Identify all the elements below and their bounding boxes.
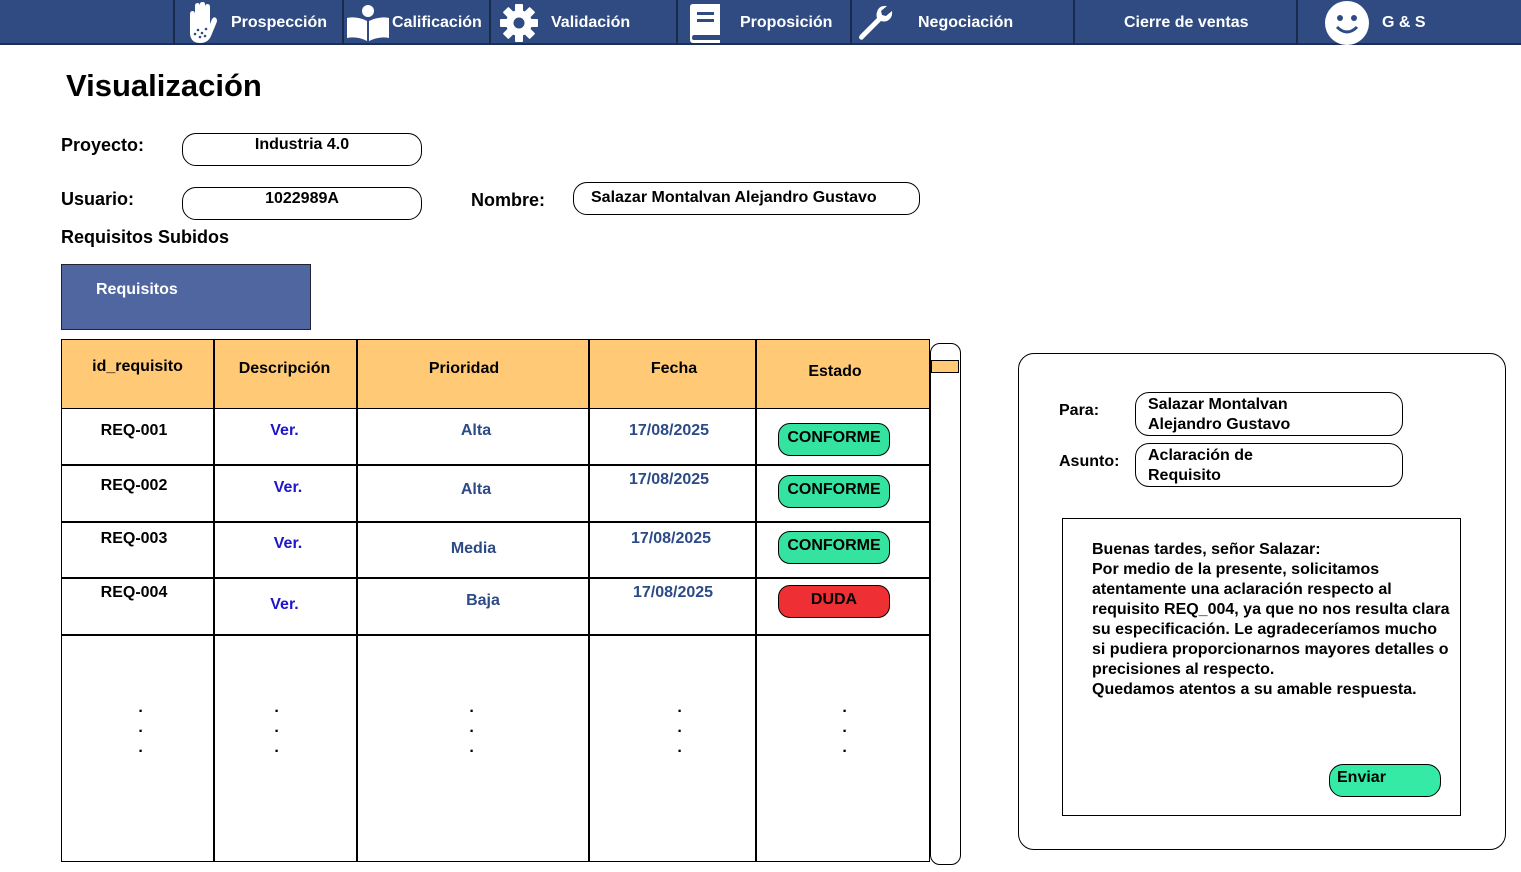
- to-label: Para:: [1059, 402, 1100, 419]
- header-id[interactable]: id_requisito: [62, 358, 213, 376]
- nav-item-proposicion[interactable]: Proposición: [684, 0, 850, 45]
- cell-id: REQ-003: [100, 530, 168, 547]
- nav-divider: [1073, 0, 1075, 45]
- subject-label: Asunto:: [1059, 453, 1120, 470]
- nav-divider: [173, 0, 175, 45]
- header-description[interactable]: Descripción: [213, 360, 356, 378]
- gear-icon: [497, 0, 541, 45]
- wrench-icon: [856, 0, 894, 45]
- status-badge[interactable]: CONFORME: [778, 531, 890, 564]
- name-label: Nombre:: [471, 190, 546, 210]
- nav-divider: [342, 0, 344, 45]
- nav-item-negociacion[interactable]: Negociación: [856, 0, 1071, 45]
- to-field[interactable]: Salazar Montalvan Alejandro Gustavo: [1135, 392, 1403, 436]
- send-button[interactable]: Enviar: [1329, 764, 1441, 797]
- project-field[interactable]: Industria 4.0: [182, 133, 422, 166]
- tab-requisitos[interactable]: Requisitos: [61, 264, 311, 330]
- cell-id: REQ-001: [100, 422, 168, 439]
- nav-brand-profile[interactable]: G & S: [1323, 0, 1453, 45]
- cell-id: REQ-002: [100, 477, 168, 494]
- row-divider: [62, 521, 929, 523]
- row-divider: [62, 634, 929, 636]
- nav-label: Proposición: [740, 13, 833, 31]
- subject-field[interactable]: Aclaración de Requisito: [1135, 443, 1403, 487]
- cell-date: 17/08/2025: [628, 471, 710, 488]
- header-date[interactable]: Fecha: [588, 360, 760, 378]
- cell-date: 17/08/2025: [630, 530, 712, 547]
- view-description-link[interactable]: Ver.: [213, 479, 363, 497]
- cell-priority: Alta: [460, 422, 492, 439]
- nav-divider: [676, 0, 678, 45]
- cell-priority: Media: [450, 540, 497, 557]
- status-badge[interactable]: CONFORME: [778, 423, 890, 456]
- cell-date: 17/08/2025: [632, 584, 714, 601]
- more-rows-indicator: · · ·: [274, 703, 280, 760]
- nav-item-calificacion[interactable]: Calificación: [346, 0, 490, 45]
- more-rows-indicator: · · ·: [677, 703, 683, 760]
- open-book-icon: [346, 0, 390, 45]
- more-rows-indicator: · · ·: [469, 703, 475, 760]
- scrollbar-thumb[interactable]: [931, 360, 959, 373]
- status-badge[interactable]: DUDA: [778, 585, 890, 618]
- table-scrollbar[interactable]: [930, 343, 961, 865]
- section-heading: Requisitos Subidos: [61, 227, 230, 247]
- top-navigation-bar: Prospección Calificación Validación Prop…: [0, 0, 1521, 45]
- project-label: Proyecto:: [61, 135, 145, 155]
- nav-divider: [850, 0, 852, 45]
- nav-item-validacion[interactable]: Validación: [497, 0, 673, 45]
- header-status[interactable]: Estado: [755, 363, 915, 381]
- user-field[interactable]: 1022989A: [182, 187, 422, 220]
- message-panel: Para: Salazar Montalvan Alejandro Gustav…: [1018, 353, 1506, 850]
- status-badge[interactable]: CONFORME: [778, 475, 890, 508]
- page-title: Visualización: [66, 68, 262, 103]
- view-description-link[interactable]: Ver.: [213, 535, 363, 553]
- nav-label: Validación: [551, 13, 631, 31]
- smiley-icon: [1323, 0, 1371, 45]
- cell-priority: Alta: [460, 481, 492, 498]
- nav-label: Calificación: [392, 13, 482, 31]
- nav-label: Cierre de ventas: [1124, 13, 1249, 31]
- nav-label: Prospección: [231, 13, 328, 31]
- name-field[interactable]: Salazar Montalvan Alejandro Gustavo: [573, 182, 920, 215]
- brand-label: G & S: [1382, 13, 1426, 31]
- row-divider: [62, 464, 929, 466]
- nav-divider: [489, 0, 491, 45]
- header-priority[interactable]: Prioridad: [356, 360, 572, 378]
- message-body-text: Buenas tardes, señor Salazar: Por medio …: [1092, 541, 1450, 698]
- requirements-table: id_requisito Descripción Prioridad Fecha…: [61, 339, 930, 862]
- nav-item-prospeccion[interactable]: Prospección: [181, 0, 341, 45]
- view-description-link[interactable]: Ver.: [213, 422, 356, 440]
- user-label: Usuario:: [61, 189, 135, 209]
- cell-priority: Baja: [466, 592, 500, 609]
- message-body-textarea[interactable]: Buenas tardes, señor Salazar: Por medio …: [1062, 518, 1461, 816]
- row-divider: [62, 577, 929, 579]
- nav-divider: [1296, 0, 1298, 45]
- more-rows-indicator: · · ·: [842, 703, 848, 760]
- book-icon: [684, 0, 724, 45]
- view-description-link[interactable]: Ver.: [213, 596, 356, 614]
- hand-icon: [181, 0, 223, 45]
- more-rows-indicator: · · ·: [138, 703, 144, 760]
- cell-date: 17/08/2025: [628, 422, 710, 439]
- nav-item-cierre-de-ventas[interactable]: Cierre de ventas: [1124, 0, 1294, 45]
- nav-label: Negociación: [918, 13, 1014, 31]
- cell-id: REQ-004: [100, 584, 168, 601]
